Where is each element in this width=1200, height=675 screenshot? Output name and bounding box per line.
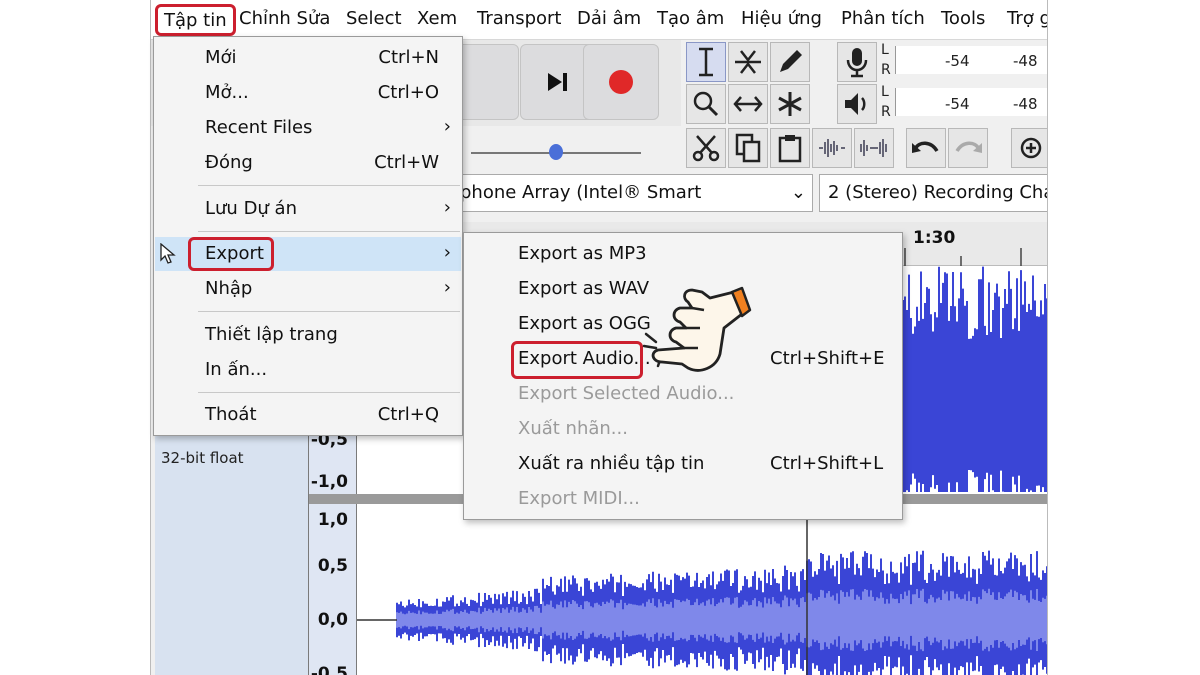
ruler-label: -1,0: [310, 472, 348, 492]
redo-icon: [955, 141, 982, 153]
menu-item-page-setup[interactable]: Thiết lập trang: [155, 318, 461, 352]
chevron-right-icon: ›: [443, 242, 451, 263]
arrow-cursor-icon: [160, 243, 176, 264]
menu-transport[interactable]: Transport: [477, 8, 561, 29]
menu-item-export-labels: Xuất nhãn...: [518, 418, 628, 439]
menu-tools[interactable]: Tools: [941, 8, 985, 29]
microphone-icon: [846, 48, 868, 78]
menu-effect[interactable]: Hiệu ứng: [741, 8, 822, 29]
menu-item-close[interactable]: Đóng Ctrl+W: [155, 146, 461, 180]
meter-right-label: R: [881, 62, 891, 78]
input-device-select[interactable]: phone Array (Intel® Smart ⌄: [451, 174, 813, 212]
time-shift-tool-button[interactable]: [728, 84, 768, 124]
file-menu-dropdown: Mới Ctrl+N Mở... Ctrl+O Recent Files › Đóng…: [153, 36, 463, 436]
meter-tick: -54: [945, 95, 970, 113]
paste-button[interactable]: [770, 128, 810, 168]
recording-channels-select[interactable]: 2 (Stereo) Recording Chann: [819, 174, 1047, 212]
draw-tool-button[interactable]: [770, 42, 810, 82]
chevron-right-icon: ›: [443, 277, 451, 298]
record-icon: [609, 70, 633, 94]
ruler-label: 1,0: [317, 510, 348, 530]
menu-item-save-project[interactable]: Lưu Dự án ›: [155, 192, 461, 226]
undo-icon: [912, 141, 939, 153]
meter-right-label: R: [881, 104, 891, 120]
menu-tracks[interactable]: Dải âm: [577, 8, 641, 29]
track-format-label: 32-bit float: [161, 449, 244, 467]
menu-separator: [198, 185, 460, 186]
copy-button[interactable]: [728, 128, 768, 168]
selection-tool-button[interactable]: [686, 42, 726, 82]
playback-volume-slider[interactable]: [451, 126, 681, 170]
menu-item-new[interactable]: Mới Ctrl+N: [155, 41, 461, 75]
cut-button[interactable]: [686, 128, 726, 168]
meter-tick: -48: [1013, 52, 1038, 70]
menu-separator: [198, 231, 460, 232]
menu-view[interactable]: Xem: [417, 8, 457, 29]
export-highlight-box: [188, 237, 274, 271]
zoom-tool-button[interactable]: [686, 84, 726, 124]
pointing-hand-icon: [642, 286, 752, 372]
menu-item-exit[interactable]: Thoát Ctrl+Q: [155, 398, 461, 432]
zoom-in-button[interactable]: [1011, 128, 1047, 168]
silence-button[interactable]: [854, 128, 894, 168]
ruler-label: 0,5: [317, 556, 348, 576]
meter-tick: -54: [945, 52, 970, 70]
menu-select[interactable]: Select: [346, 8, 402, 29]
scissors-icon: [692, 135, 720, 162]
menu-item-open[interactable]: Mở... Ctrl+O: [155, 76, 461, 110]
trim-audio-icon: [819, 139, 845, 157]
menu-bar: Tập tin Chỉnh Sửa Select Xem Transport D…: [151, 0, 1047, 40]
envelope-tool-button[interactable]: [728, 42, 768, 82]
double-arrow-icon: [733, 96, 763, 112]
asterisk-icon: [778, 92, 802, 116]
export-audio-highlight-box: [511, 341, 643, 379]
record-button[interactable]: [583, 44, 659, 120]
screenshot-stage: Tập tin Chỉnh Sửa Select Xem Transport D…: [0, 0, 1200, 675]
i-beam-icon: [699, 47, 713, 77]
menu-help[interactable]: Trợ g: [1007, 8, 1047, 29]
meter-left-label: L: [881, 84, 889, 100]
menu-item-import[interactable]: Nhập ›: [155, 272, 461, 306]
device-toolbar: phone Array (Intel® Smart ⌄ 2 (Stereo) R…: [451, 174, 1047, 214]
envelope-icon: [735, 50, 761, 74]
menu-item-export-mp3[interactable]: Export as MP3: [464, 237, 902, 271]
menu-item-print[interactable]: In ấn...: [155, 353, 461, 387]
silence-audio-icon: [860, 139, 887, 157]
copy-icon: [735, 133, 761, 163]
undo-button[interactable]: [906, 128, 946, 168]
skip-end-icon: [548, 73, 567, 91]
slider-thumb[interactable]: [549, 144, 563, 160]
chevron-down-icon: ⌄: [790, 182, 806, 203]
magnifier-icon: [693, 91, 719, 117]
multi-tool-button[interactable]: [770, 84, 810, 124]
meter-tick: -48: [1013, 95, 1038, 113]
menu-generate[interactable]: Tạo âm: [657, 8, 724, 29]
menu-analyze[interactable]: Phân tích: [841, 8, 925, 29]
zoom-in-icon: [1020, 137, 1042, 159]
redo-button[interactable]: [948, 128, 988, 168]
pencil-icon: [780, 50, 802, 72]
chevron-right-icon: ›: [443, 197, 451, 218]
menu-item-export-midi: Export MIDI...: [518, 488, 640, 509]
clipboard-icon: [778, 135, 802, 163]
meter-left-label: L: [881, 42, 889, 58]
trim-button[interactable]: [812, 128, 852, 168]
menu-edit[interactable]: Chỉnh Sửa: [239, 8, 330, 29]
chevron-right-icon: ›: [443, 116, 451, 137]
playback-meter-button[interactable]: [837, 84, 877, 124]
menu-file[interactable]: Tập tin: [155, 4, 236, 36]
menu-separator: [198, 392, 460, 393]
ruler-label: 0,0: [317, 610, 348, 630]
speaker-icon: [845, 93, 866, 115]
menu-item-recent-files[interactable]: Recent Files ›: [155, 111, 461, 145]
menu-item-export-multiple[interactable]: Xuất ra nhiều tập tin Ctrl+Shift+L: [464, 447, 902, 481]
menu-separator: [198, 311, 460, 312]
ruler-label: -0,5: [310, 664, 348, 675]
timeline-tick-label: 1:30: [913, 228, 956, 248]
record-meter-button[interactable]: [837, 42, 877, 82]
